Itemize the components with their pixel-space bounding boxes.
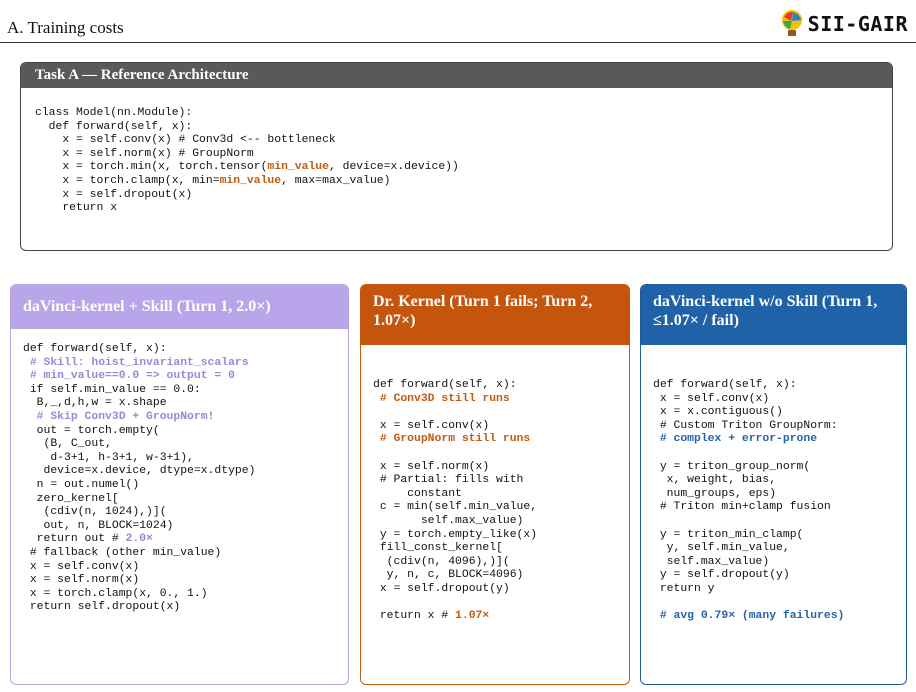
dr-kernel-card: Dr. Kernel (Turn 1 fails; Turn 2, 1.07×)… <box>360 284 630 685</box>
davinci-skill-code: def forward(self, x): # Skill: hoist_inv… <box>23 343 256 614</box>
davinci-noskill-title: daVinci-kernel w/o Skill (Turn 1, ≤1.07×… <box>641 285 906 345</box>
davinci-skill-card: daVinci-kernel + Skill (Turn 1, 2.0×) de… <box>10 284 349 685</box>
logo-text: SII-GAIR <box>807 12 908 36</box>
header-rule <box>0 42 916 43</box>
dr-kernel-code: def forward(self, x): # Conv3D still run… <box>373 379 538 623</box>
dr-kernel-title: Dr. Kernel (Turn 1 fails; Turn 2, 1.07×) <box>361 285 629 345</box>
davinci-noskill-card: daVinci-kernel w/o Skill (Turn 1, ≤1.07×… <box>640 284 907 685</box>
balloon-logo-icon <box>781 10 802 36</box>
task-a-title: Task A — Reference Architecture <box>21 63 892 88</box>
section-title: A. Training costs <box>7 18 124 37</box>
task-a-card: Task A — Reference Architecture class Mo… <box>20 62 893 251</box>
davinci-noskill-code: def forward(self, x): x = self.conv(x) x… <box>653 379 845 623</box>
logo: SII-GAIR <box>780 8 908 40</box>
task-a-code: class Model(nn.Module): def forward(self… <box>35 107 459 215</box>
davinci-skill-title: daVinci-kernel + Skill (Turn 1, 2.0×) <box>11 285 348 329</box>
